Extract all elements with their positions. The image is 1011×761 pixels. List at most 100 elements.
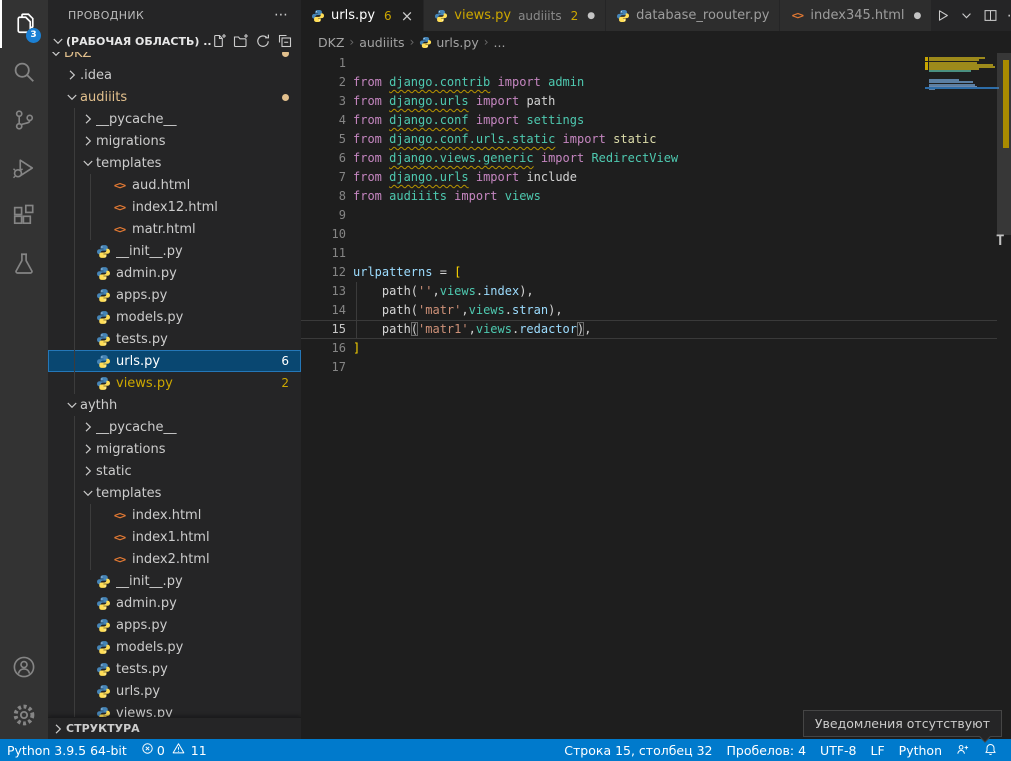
- tree-item-static[interactable]: static: [48, 460, 301, 482]
- problems-indicator[interactable]: 0 11: [134, 739, 214, 761]
- tree-item-admin.py[interactable]: admin.py: [48, 592, 301, 614]
- vertical-scrollbar[interactable]: [997, 53, 1011, 739]
- more-actions-icon[interactable]: ⋯: [1004, 6, 1011, 26]
- tree-item-templates[interactable]: templates: [48, 152, 301, 174]
- tree-item-label: tests.py: [116, 332, 301, 347]
- activity-item-search[interactable]: [0, 48, 48, 96]
- indent-guide: [48, 108, 64, 130]
- tree-item-migrations[interactable]: migrations: [48, 438, 301, 460]
- tree-item-urls.py[interactable]: urls.py6: [48, 350, 301, 372]
- tree-item-__init__.py[interactable]: __init__.py: [48, 570, 301, 592]
- indent-guide: [48, 438, 64, 460]
- indent-guide: [48, 152, 64, 174]
- code-editor[interactable]: 12from django.contrib import admin3from …: [301, 53, 997, 739]
- tree-item-index.html[interactable]: <>index.html: [48, 504, 301, 526]
- tree-item-index1.html[interactable]: <>index1.html: [48, 526, 301, 548]
- code-line: 5from django.conf.urls.static import sta…: [301, 130, 997, 149]
- code-text: from django.conf import settings: [346, 111, 584, 130]
- more-actions-icon[interactable]: ⋯: [274, 7, 289, 23]
- activity-item-run-debug[interactable]: [0, 144, 48, 192]
- breadcrumb-item[interactable]: audiiits: [359, 35, 404, 50]
- new-folder-icon[interactable]: [233, 33, 249, 49]
- twistie-spacer: [96, 199, 112, 215]
- tab-urls.py[interactable]: urls.py6×: [301, 0, 424, 31]
- status-bar: Python 3.9.5 64-bit 0 11 Строка 15, стол…: [0, 739, 1011, 761]
- code-text: from django.conf.urls.static import stat…: [346, 130, 656, 149]
- activity-item-source-control[interactable]: [0, 96, 48, 144]
- activity-item-explorer[interactable]: 3: [0, 0, 48, 48]
- tree-item-label: index1.html: [132, 530, 301, 545]
- tree-item-admin.py[interactable]: admin.py: [48, 262, 301, 284]
- indent-guide: [48, 416, 64, 438]
- refresh-icon[interactable]: [255, 33, 271, 49]
- indent-guide: [48, 548, 64, 570]
- twistie-spacer: [80, 683, 96, 699]
- workspace-section-header[interactable]: (РАБОЧАЯ ОБЛАСТЬ) ...: [48, 30, 301, 52]
- breadcrumb-item[interactable]: DKZ: [318, 35, 344, 50]
- tree-item-aud.html[interactable]: <>aud.html: [48, 174, 301, 196]
- tree-item-urls.py[interactable]: urls.py: [48, 680, 301, 702]
- code-text: from audiiits import views: [346, 187, 541, 206]
- close-icon[interactable]: ×: [401, 9, 414, 23]
- status-language-mode[interactable]: Python: [892, 739, 949, 761]
- tree-item-matr.html[interactable]: <>matr.html: [48, 218, 301, 240]
- code-text: path('matr',views.stran),: [346, 301, 563, 320]
- tree-item-migrations[interactable]: migrations: [48, 130, 301, 152]
- status-encoding[interactable]: UTF-8: [813, 739, 863, 761]
- feedback-icon[interactable]: [949, 739, 977, 761]
- twistie-spacer: [80, 309, 96, 325]
- tree-item-apps.py[interactable]: apps.py: [48, 284, 301, 306]
- tree-item-index2.html[interactable]: <>index2.html: [48, 548, 301, 570]
- indent-guide: [64, 262, 80, 284]
- indent-guide: [64, 482, 80, 504]
- tree-item-aythh[interactable]: aythh: [48, 394, 301, 416]
- breadcrumb-item[interactable]: ...: [494, 35, 506, 50]
- python-interpreter-status[interactable]: Python 3.9.5 64-bit: [0, 739, 134, 761]
- tree-item-apps.py[interactable]: apps.py: [48, 614, 301, 636]
- chevron-down-icon: [80, 485, 96, 501]
- indent-guide: [48, 394, 64, 416]
- activity-item-settings[interactable]: [0, 691, 48, 739]
- indent-guide: [64, 218, 80, 240]
- tab-views.py[interactable]: views.pyaudiiits2●: [424, 0, 606, 31]
- indent-guide: [64, 152, 80, 174]
- twistie-spacer: [96, 551, 112, 567]
- tree-item-audiiits[interactable]: audiiits: [48, 86, 301, 108]
- bell-icon[interactable]: [977, 739, 1005, 761]
- tab-label: urls.py: [331, 8, 375, 23]
- tree-item-.idea[interactable]: .idea: [48, 64, 301, 86]
- new-file-icon[interactable]: [211, 33, 227, 49]
- status-cursor-position[interactable]: Строка 15, столбец 32: [557, 739, 719, 761]
- minimap[interactable]: [925, 0, 997, 686]
- tree-item-views.py[interactable]: views.py2: [48, 372, 301, 394]
- tree-item-models.py[interactable]: models.py: [48, 306, 301, 328]
- outline-section-header[interactable]: СТРУКТУРА: [48, 717, 301, 739]
- vscode-window: 3 ПРОВОДНИК ⋯ (РАБОЧАЯ ОБЛАСТЬ) ... DKZ.…: [0, 0, 1011, 761]
- tree-item-__init__.py[interactable]: __init__.py: [48, 240, 301, 262]
- tree-item-templates[interactable]: templates: [48, 482, 301, 504]
- tree-item-DKZ[interactable]: DKZ: [48, 52, 301, 64]
- tree-item-views.py[interactable]: views.py: [48, 702, 301, 717]
- activity-item-testing[interactable]: [0, 240, 48, 288]
- python: [96, 354, 111, 369]
- tree-item-tests.py[interactable]: tests.py: [48, 328, 301, 350]
- breadcrumb-item[interactable]: urls.py: [436, 35, 478, 50]
- python: [96, 574, 111, 589]
- status-eol[interactable]: LF: [864, 739, 892, 761]
- activity-item-extensions[interactable]: [0, 192, 48, 240]
- python: [434, 9, 448, 23]
- tree-item-models.py[interactable]: models.py: [48, 636, 301, 658]
- breadcrumb: DKZ›audiiits›urls.py›...: [301, 31, 1011, 53]
- tab-database_roouter.py[interactable]: database_roouter.py: [606, 0, 780, 31]
- activity-item-account[interactable]: [0, 643, 48, 691]
- tree-item-tests.py[interactable]: tests.py: [48, 658, 301, 680]
- tree-item-__pycache__[interactable]: __pycache__: [48, 416, 301, 438]
- indent-guide: [80, 548, 96, 570]
- tab-index345.html[interactable]: <>index345.html●: [780, 0, 932, 31]
- status-indentation[interactable]: Пробелов: 4: [720, 739, 814, 761]
- explorer-header: ПРОВОДНИК ⋯: [48, 0, 301, 30]
- tree-item-index12.html[interactable]: <>index12.html: [48, 196, 301, 218]
- collapse-all-icon[interactable]: [277, 33, 293, 49]
- indent-guide: [48, 350, 64, 372]
- tree-item-__pycache__[interactable]: __pycache__: [48, 108, 301, 130]
